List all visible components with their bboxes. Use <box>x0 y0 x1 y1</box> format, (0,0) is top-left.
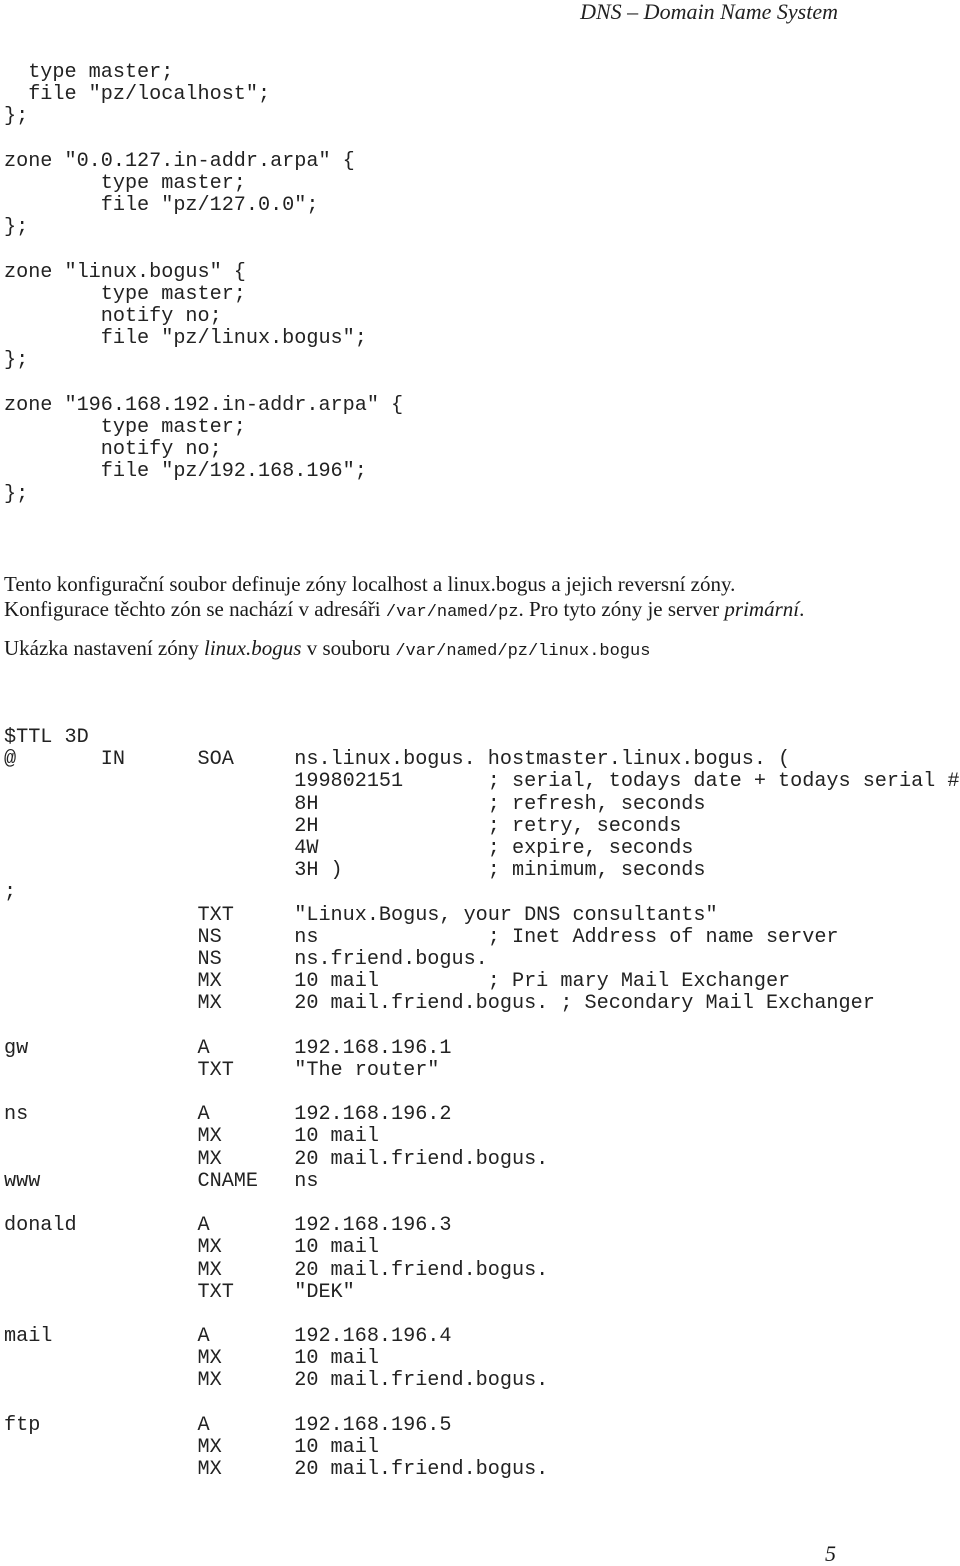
code-line: }; <box>4 216 29 240</box>
zone-record-line: MX 10 mail <box>4 1436 379 1459</box>
code-line: file "pz/127.0.0"; <box>4 194 319 218</box>
named-conf-listing: type master; file "pz/localhost";}; zone … <box>4 61 404 506</box>
zone-record-line: NS ns ; Inet Address of name server <box>4 925 839 949</box>
zone-file-listing: $TTL 3D @ IN SOA ns.linux.bogus. hostmast… <box>4 726 960 1482</box>
zone-record-line: donald A 192.168.196.3 <box>4 1214 452 1238</box>
code-line: }; <box>4 482 29 506</box>
zone-record-line: MX 20 mail.friend.bogus. <box>4 1458 549 1482</box>
code-line: type master; <box>4 282 246 306</box>
paragraph-text: Ukázka nastavení zóny <box>4 636 205 660</box>
zone-record-line: ; <box>4 881 17 905</box>
zone-record-line: TXT "DEK" <box>4 1280 355 1304</box>
zone-record-line: ns A 192.168.196.2 <box>4 1103 452 1127</box>
directory-path: /var/named/pz <box>385 602 519 622</box>
emphasis-text: primární <box>724 596 800 621</box>
zone-record-line <box>4 1082 959 1104</box>
code-line: notify no; <box>4 438 222 462</box>
zone-record-line <box>4 1193 959 1215</box>
zone-record-line: MX 20 mail.friend.bogus. <box>4 1147 549 1171</box>
running-header: DNS – Domain Name System <box>580 0 838 24</box>
code-line: type master; <box>4 61 174 84</box>
zone-record-line: MX 20 mail.friend.bogus. <box>4 1369 549 1393</box>
code-line: zone "0.0.127.in-addr.arpa" { <box>4 149 355 173</box>
code-line: file "pz/localhost"; <box>4 83 271 107</box>
code-line: type master; <box>4 171 246 195</box>
zone-record-line: 2H ; retry, seconds <box>4 814 682 838</box>
code-line: zone "linux.bogus" { <box>4 260 246 284</box>
code-line: file "pz/192.168.196"; <box>4 460 367 484</box>
paragraph-text: . <box>799 596 805 621</box>
zone-record-line: ftp A 192.168.196.5 <box>4 1413 452 1437</box>
emphasis-text: linux.bogus <box>204 636 302 660</box>
description-paragraph: Tento konfigurační soubor definuje zóny … <box>4 572 844 665</box>
code-line: }; <box>4 105 29 129</box>
code-line: file "pz/linux.bogus"; <box>4 327 367 351</box>
code-line: type master; <box>4 416 246 439</box>
zone-record-line: MX 20 mail.friend.bogus. <box>4 1258 549 1282</box>
zone-record-line: TXT "The router" <box>4 1058 440 1082</box>
zone-record-line: mail A 192.168.196.4 <box>4 1325 452 1349</box>
zone-record-line: NS ns.friend.bogus. <box>4 947 488 971</box>
code-line: }; <box>4 349 29 373</box>
page-number: 5 <box>825 1541 836 1566</box>
zone-record-line <box>4 1304 959 1326</box>
zone-record-line: 199802151 ; serial, todays date + todays… <box>4 770 960 794</box>
zone-record-line: MX 10 mail ; Pri mary Mail Exchanger <box>4 970 791 994</box>
zone-record-line: www CNAME ns <box>4 1169 319 1193</box>
file-path: /var/named/pz/linux.bogus <box>395 642 651 661</box>
zone-record-line: gw A 192.168.196.1 <box>4 1036 452 1060</box>
code-line: notify no; <box>4 305 222 329</box>
zone-record-line: MX 20 mail.friend.bogus. ; Secondary Mai… <box>4 992 875 1016</box>
paragraph-text: v souboru <box>301 636 396 660</box>
zone-record-line: $TTL 3D <box>4 726 89 749</box>
zone-record-line <box>4 1393 959 1415</box>
zone-record-line: 3H ) ; minimum, seconds <box>4 859 706 883</box>
code-line: zone "196.168.192.in-addr.arpa" { <box>4 393 404 417</box>
zone-record-line: MX 10 mail <box>4 1347 379 1371</box>
zone-record-line: @ IN SOA ns.linux.bogus. hostmaster.linu… <box>4 748 791 772</box>
paragraph-text: . Pro tyto zóny je server <box>518 596 725 621</box>
zone-record-line: MX 10 mail <box>4 1236 379 1260</box>
paragraph-zones: Tento konfigurační soubor definuje zóny … <box>4 572 844 625</box>
zone-record-line: TXT "Linux.Bogus, your DNS consultants" <box>4 903 718 927</box>
zone-record-line: 8H ; refresh, seconds <box>4 792 706 816</box>
zone-record-line: MX 10 mail <box>4 1125 379 1149</box>
zone-record-line: 4W ; expire, seconds <box>4 836 694 860</box>
zone-record-line <box>4 1015 959 1037</box>
paragraph-example: Ukázka nastavení zóny linux.bogus v soub… <box>4 636 844 665</box>
